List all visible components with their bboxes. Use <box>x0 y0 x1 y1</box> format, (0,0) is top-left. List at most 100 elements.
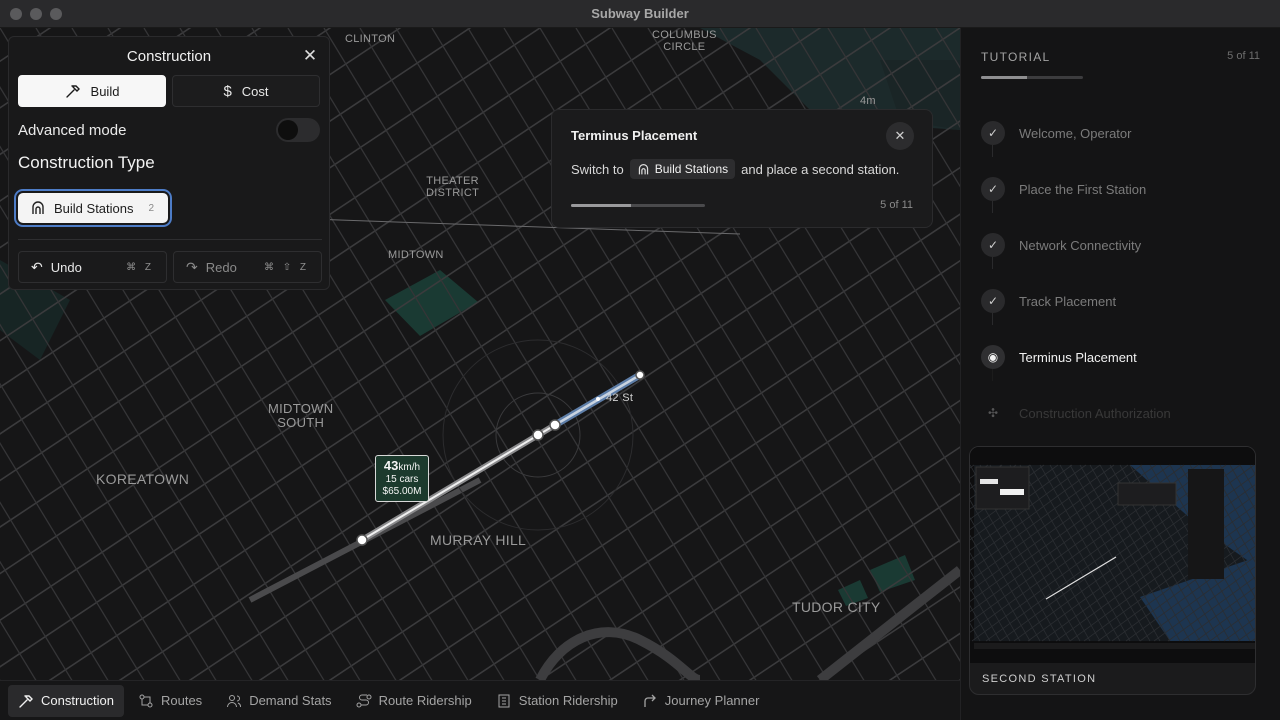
car-count: 15 cars <box>385 474 419 485</box>
tooltip-text-before: Switch to <box>571 161 624 177</box>
redo-shortcut: ⌘ ⇧ Z <box>263 261 309 273</box>
tooltip-step-count: 5 of 11 <box>880 199 913 211</box>
tab-label: Journey Planner <box>664 693 760 708</box>
tab-demand-stats[interactable]: Demand Stats <box>216 685 341 717</box>
build-stations-chip[interactable]: Build Stations 2 <box>18 193 168 223</box>
arrow-turn-icon <box>644 694 656 707</box>
station-name-42st: 42 St <box>606 392 634 404</box>
map-label-tudor-city: TUDOR CITY <box>792 599 881 615</box>
check-icon: ✓ <box>981 233 1005 257</box>
redo-button[interactable]: ↷ Redo ⌘ ⇧ Z <box>173 251 322 283</box>
undo-label: Undo <box>50 259 82 275</box>
tooltip-body: Switch to Build Stations and place a sec… <box>571 159 899 179</box>
hammer-icon <box>65 85 80 98</box>
map-label-distance: 4m <box>860 95 876 107</box>
map-label-columbus-circle: COLUMBUS CIRCLE <box>652 29 717 53</box>
tutorial-step-label: Place the First Station <box>1019 181 1147 197</box>
tab-construction[interactable]: Construction <box>8 684 124 717</box>
bottom-tab-bar: Construction Routes Demand Stats Route Ride… <box>0 680 960 720</box>
tooltip-text-after: and place a second station. <box>741 161 900 177</box>
maximize-window-button[interactable] <box>50 8 62 20</box>
tutorial-preview-card: SECOND STATION <box>969 446 1256 695</box>
map-label-midtown-south: MIDTOWN SOUTH <box>268 401 334 430</box>
tutorial-sidebar: TUTORIAL 5 of 11 ✓ Welcome, Operator ✓ Plac… <box>960 28 1280 720</box>
speed-unit: km/h <box>398 462 421 473</box>
speed-value: 43 <box>383 458 399 473</box>
tutorial-step[interactable]: ✓ Place the First Station <box>981 145 1261 217</box>
divider <box>18 239 322 240</box>
window-titlebar: Subway Builder <box>0 0 1280 28</box>
tab-routes[interactable]: Routes <box>128 685 212 717</box>
tutorial-step-label: Construction Authorization <box>1019 405 1171 421</box>
tab-label: Construction <box>41 693 114 708</box>
close-window-button[interactable] <box>10 8 22 20</box>
tab-journey-planner[interactable]: Journey Planner <box>632 685 770 717</box>
step-connector <box>992 313 993 325</box>
window-controls <box>10 8 62 20</box>
tutorial-step-label: Welcome, Operator <box>1019 125 1132 141</box>
advanced-mode-toggle[interactable] <box>276 118 320 142</box>
check-icon: ✓ <box>981 289 1005 313</box>
tab-route-ridership[interactable]: Route Ridership <box>346 685 482 717</box>
redo-label: Redo <box>205 259 237 275</box>
window-title: Subway Builder <box>591 6 689 21</box>
station-icon <box>32 201 44 214</box>
undo-button[interactable]: ↶ Undo ⌘ Z <box>18 251 167 283</box>
step-connector <box>992 257 993 269</box>
build-stations-shortcut: 2 <box>148 202 154 214</box>
minimize-window-button[interactable] <box>30 8 42 20</box>
check-icon: ✓ <box>981 177 1005 201</box>
cost-tab[interactable]: $ Cost <box>172 75 320 107</box>
tutorial-step-label: Network Connectivity <box>1019 237 1142 253</box>
tutorial-step-label: Terminus Placement <box>1019 349 1137 365</box>
tutorial-step-count: 5 of 11 <box>1227 50 1260 62</box>
tutorial-step[interactable]: ✓ Welcome, Operator <box>981 105 1261 161</box>
map-label-koreatown: KOREATOWN <box>96 471 190 487</box>
close-icon[interactable]: ✕ <box>886 122 914 150</box>
park-area <box>870 555 915 592</box>
tab-station-ridership[interactable]: Station Ridership <box>486 685 628 717</box>
station-dot <box>596 397 600 401</box>
dollar-icon: $ <box>223 82 232 100</box>
tutorial-heading: TUTORIAL <box>981 50 1051 64</box>
undo-shortcut: ⌘ Z <box>126 261 154 273</box>
tutorial-steps: ✓ Welcome, Operator ✓ Place the First Stati… <box>981 105 1261 441</box>
tooltip-chip-label: Build Stations <box>654 162 729 176</box>
station-node[interactable] <box>635 370 645 380</box>
advanced-mode-label: Advanced mode <box>18 121 127 139</box>
tutorial-step[interactable]: ✓ Track Placement <box>981 257 1261 329</box>
route-icon <box>356 694 372 707</box>
map-label-clinton: CLINTON <box>345 33 396 45</box>
map-label-theater-district: THEATER DISTRICT <box>426 175 480 199</box>
map-label-murray-hill: MURRAY HILL <box>430 532 527 548</box>
routes-icon <box>139 694 153 707</box>
station-node[interactable] <box>532 429 544 441</box>
station-node[interactable] <box>549 419 561 431</box>
station-node[interactable] <box>356 534 368 546</box>
build-tab-label: Build <box>90 83 120 99</box>
preview-image <box>970 447 1255 663</box>
build-tab[interactable]: Build <box>18 75 166 107</box>
upcoming-step-icon: ✣ <box>987 406 999 420</box>
undo-icon: ↶ <box>31 258 43 275</box>
cost-tab-label: Cost <box>241 83 269 99</box>
redo-icon: ↷ <box>186 258 198 275</box>
tutorial-step[interactable]: ✣ Construction Authorization <box>981 369 1261 441</box>
tab-label: Demand Stats <box>249 693 332 708</box>
station-icon <box>638 163 648 174</box>
users-icon <box>227 694 242 707</box>
panel-title: Construction <box>126 47 212 65</box>
tab-label: Routes <box>160 693 203 708</box>
tutorial-step[interactable]: ✓ Network Connectivity <box>981 201 1261 273</box>
tutorial-progress-bar <box>981 76 1083 79</box>
tutorial-step-label: Track Placement <box>1019 293 1117 309</box>
tooltip-title: Terminus Placement <box>571 128 698 143</box>
hammer-icon <box>19 694 33 708</box>
step-connector <box>992 145 993 157</box>
tutorial-step[interactable]: ◉ Terminus Placement <box>981 313 1261 385</box>
track-speed-label: 43km/h 15 cars $65.00M <box>375 455 429 502</box>
track-cost: $65.00M <box>382 486 422 497</box>
tutorial-tooltip: Terminus Placement ✕ Switch to Build Sta… <box>551 109 933 228</box>
close-icon[interactable]: ✕ <box>301 47 319 65</box>
tooltip-progress-bar <box>571 204 705 207</box>
